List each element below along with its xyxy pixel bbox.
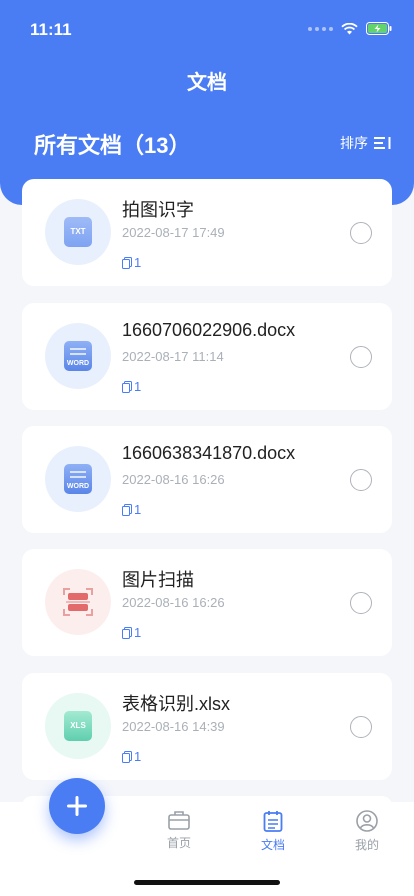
- page-count-value: 1: [134, 379, 142, 394]
- briefcase-icon: [168, 811, 190, 830]
- file-icon-circle: WORD: [45, 446, 111, 512]
- sort-label: 排序: [340, 135, 368, 151]
- page-title: 文档: [187, 72, 227, 94]
- pages-icon: [122, 750, 132, 763]
- file-type-label: WORD: [66, 483, 90, 490]
- sort-icon: [374, 137, 391, 149]
- tab-label: 我的: [354, 838, 379, 852]
- file-icon-circle: WORD: [45, 323, 111, 389]
- battery-charging-icon: [366, 22, 392, 35]
- document-date: 2022-08-16 16:26: [122, 595, 225, 610]
- user-icon: [356, 810, 378, 832]
- signal-dots-icon: [308, 26, 333, 31]
- status-bar: 11:11: [0, 0, 414, 50]
- file-icon-circle: TXT: [45, 199, 111, 265]
- document-page-count: 1: [122, 255, 141, 270]
- wifi-icon: [341, 22, 358, 34]
- all-documents-heading: 所有文档（13）: [34, 133, 191, 158]
- document-name: 1660638341870.docx: [122, 443, 296, 463]
- document-page-count: 1: [122, 625, 141, 640]
- pages-icon: [122, 503, 132, 516]
- calendar-doc-icon: [263, 811, 283, 832]
- add-document-button[interactable]: [49, 778, 105, 834]
- file-icon-circle: [45, 569, 111, 635]
- document-name: 拍图识字: [122, 200, 194, 220]
- status-time: 11:11: [30, 20, 72, 39]
- page-count-value: 1: [134, 625, 142, 640]
- select-radio[interactable]: [350, 469, 372, 491]
- page-count-value: 1: [134, 255, 142, 270]
- page-count-value: 1: [134, 749, 142, 764]
- txt-file-icon: TXT: [64, 217, 92, 247]
- pages-icon: [122, 256, 132, 269]
- document-name: 表格识别.xlsx: [122, 694, 230, 714]
- file-type-label: WORD: [66, 360, 90, 367]
- select-radio[interactable]: [350, 592, 372, 614]
- file-type-label: TXT: [70, 227, 86, 236]
- document-card[interactable]: WORD 1660706022906.docx 2022-08-17 11:14…: [22, 303, 392, 410]
- pages-icon: [122, 380, 132, 393]
- document-page-count: 1: [122, 749, 141, 764]
- select-radio[interactable]: [350, 222, 372, 244]
- tab-documents[interactable]: 文档: [243, 810, 303, 853]
- document-date: 2022-08-16 16:26: [122, 472, 225, 487]
- document-name: 图片扫描: [122, 570, 194, 590]
- tab-label: 文档: [260, 838, 285, 852]
- document-card[interactable]: WORD 1660638341870.docx 2022-08-16 16:26…: [22, 426, 392, 533]
- document-date: 2022-08-17 17:49: [122, 225, 225, 240]
- status-icons: [308, 22, 392, 35]
- document-card[interactable]: 图片扫描 2022-08-16 16:26 1: [22, 549, 392, 656]
- tab-home[interactable]: 首页: [149, 810, 209, 851]
- file-type-label: XLS: [70, 721, 86, 730]
- word-file-icon: WORD: [64, 464, 92, 494]
- document-page-count: 1: [122, 379, 141, 394]
- select-radio[interactable]: [350, 346, 372, 368]
- home-indicator: [134, 880, 280, 885]
- tab-label: 首页: [166, 836, 191, 850]
- document-date: 2022-08-17 11:14: [122, 349, 224, 364]
- sort-button[interactable]: 排序: [340, 133, 392, 153]
- word-file-icon: WORD: [64, 341, 92, 371]
- document-page-count: 1: [122, 502, 141, 517]
- document-card[interactable]: TXT 拍图识字 2022-08-17 17:49 1: [22, 179, 392, 286]
- file-icon-circle: XLS: [45, 693, 111, 759]
- tab-profile[interactable]: 我的: [337, 810, 397, 853]
- page-count-value: 1: [134, 502, 142, 517]
- select-radio[interactable]: [350, 716, 372, 738]
- plus-icon: [67, 796, 87, 816]
- scan-icon: [63, 588, 93, 616]
- document-name: 1660706022906.docx: [122, 320, 296, 340]
- document-date: 2022-08-16 14:39: [122, 719, 225, 734]
- document-card[interactable]: XLS 表格识别.xlsx 2022-08-16 14:39 1: [22, 673, 392, 780]
- xls-file-icon: XLS: [64, 711, 92, 741]
- pages-icon: [122, 626, 132, 639]
